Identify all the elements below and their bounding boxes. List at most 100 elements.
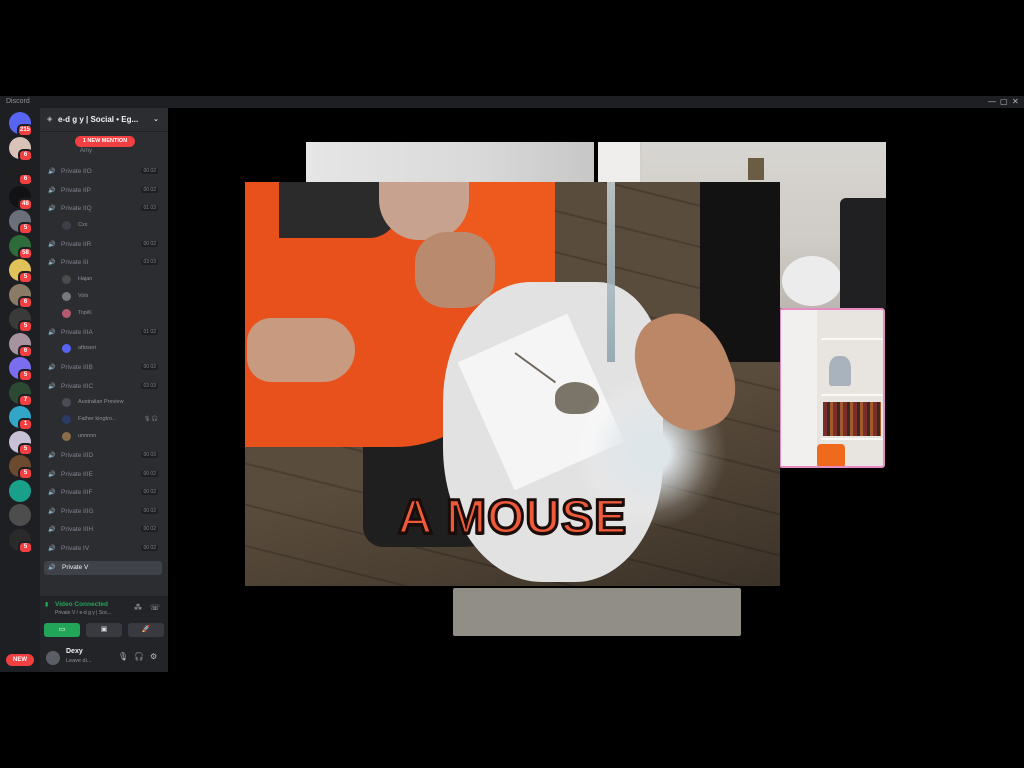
channel-name: Private IV	[61, 544, 90, 552]
speaker-icon: 🔊	[48, 490, 56, 496]
camera-button[interactable]: ▭	[44, 623, 80, 637]
server-icon[interactable]: 5	[9, 259, 33, 284]
voice-user-top[interactable]: Amy	[80, 148, 92, 154]
avatar[interactable]	[46, 651, 60, 665]
speaker-icon: 🔊	[48, 471, 56, 478]
speaker-icon: 🔊	[48, 187, 56, 194]
avatar	[62, 220, 71, 230]
speaker-icon: 🔊	[48, 565, 56, 571]
voice-username: Australian Preview	[78, 399, 124, 405]
avatar	[62, 344, 71, 353]
minimize-icon[interactable]: —	[988, 97, 996, 106]
server-icon[interactable]: 6	[9, 161, 33, 186]
user-limit-badge: 00 02	[141, 526, 158, 532]
activity-button[interactable]: 🚀	[128, 623, 164, 637]
speaker-icon: 🔊	[48, 545, 56, 552]
voice-username: Vols	[78, 292, 89, 299]
settings-gear-icon[interactable]: ⚙	[150, 652, 157, 661]
server-icon[interactable]: 5	[9, 210, 33, 235]
participant-tile-speaking[interactable]	[779, 308, 885, 468]
mention-badge: 6	[18, 148, 33, 162]
server-icon[interactable]: 5	[9, 528, 33, 554]
server-icon[interactable]: 48	[9, 185, 33, 211]
voice-connection-panel: ▮ Video Connected Private V / e-d g y | …	[40, 596, 168, 643]
speaker-icon: 🔊	[48, 260, 56, 266]
mention-badge: 5	[18, 467, 33, 480]
speaker-icon: 🔊	[48, 169, 56, 175]
close-icon[interactable]: ✕	[1012, 97, 1019, 106]
voice-username: aftoseri	[78, 345, 97, 351]
voice-username: TopiK	[78, 309, 92, 316]
voice-status[interactable]: Video Connected	[55, 601, 108, 608]
avatar	[62, 308, 71, 318]
speaker-icon: 🔊	[48, 453, 56, 459]
server-icon[interactable]: 5	[9, 430, 33, 456]
speaker-icon: 🔊	[48, 508, 56, 515]
maximize-icon[interactable]: ▢	[1000, 97, 1008, 106]
server-icon[interactable]: 6	[9, 283, 33, 309]
server-icon[interactable]: 1	[9, 406, 33, 431]
speaker-icon: 🔊	[48, 383, 56, 390]
server-icon[interactable]: 215	[9, 112, 33, 137]
user-limit-badge: 00 03	[141, 452, 158, 458]
avatar	[62, 274, 71, 284]
username[interactable]: Dexy	[66, 648, 83, 655]
screen-share-button[interactable]: ▣	[86, 623, 122, 637]
mention-badge: 58	[18, 246, 33, 260]
screen-share-video[interactable]: A MOUSE	[245, 182, 780, 586]
server-name: e-d g y | Social • Eg...	[58, 115, 139, 124]
server-icon[interactable]: 6	[9, 332, 33, 358]
channel-name: Private V	[62, 564, 89, 571]
voice-username: Hajan	[78, 275, 93, 282]
channel-name: Private IIID	[61, 452, 94, 459]
voice-channel[interactable]: 🔊 Private V	[44, 561, 162, 575]
channel-name: Private IIIA	[61, 328, 93, 336]
voice-username: unnnnn	[78, 433, 97, 439]
chevron-down-icon[interactable]: ⌄	[153, 108, 159, 132]
server-icon[interactable]	[9, 504, 31, 526]
mention-badge: 48	[18, 197, 33, 211]
user-limit-badge: 00 02	[141, 507, 158, 514]
mention-badge: 6	[18, 344, 33, 358]
video-caption: A MOUSE	[396, 490, 628, 546]
user-limit-badge: 00 02	[141, 168, 158, 174]
noise-suppression-icon[interactable]: ⁂	[134, 603, 142, 612]
mention-badge: 1	[18, 418, 33, 431]
server-icon[interactable]: 5	[9, 357, 33, 382]
signal-icon[interactable]: ▮	[45, 601, 48, 608]
server-icon[interactable]	[9, 479, 31, 502]
server-icon[interactable]: 5	[9, 455, 33, 480]
window-titlebar: Discord — ▢ ✕	[0, 96, 1024, 108]
new-mention-pill[interactable]: 1 NEW MENTION	[75, 136, 135, 147]
server-icon[interactable]: 6	[9, 136, 33, 162]
voice-username: Cxx	[78, 221, 88, 228]
user-limit-badge: 00 02	[141, 489, 158, 495]
channel-name: Private IIIB	[61, 364, 93, 371]
server-rail: 215 6 6 48 5 58 5 6 5 6 5 7 1 5 5 5	[0, 108, 40, 672]
channel-name: Private IIIG	[61, 507, 94, 515]
server-header[interactable]: ◈ e-d g y | Social • Eg... ⌄	[40, 108, 168, 132]
speaker-icon: 🔊	[48, 365, 56, 371]
server-icon[interactable]: 7	[9, 381, 33, 407]
server-icon[interactable]: 5	[9, 308, 33, 333]
microphone-icon[interactable]: 🎙	[118, 652, 128, 661]
participant-tile-3[interactable]	[453, 588, 741, 636]
user-limit-badge: 01 02	[141, 328, 158, 335]
server-icon[interactable]: 58	[9, 234, 33, 260]
headphones-icon[interactable]: 🎧	[134, 652, 144, 661]
mention-badge: 215	[16, 124, 33, 137]
disconnect-icon[interactable]: ☏	[150, 603, 160, 612]
speaker-icon: 🔊	[48, 329, 56, 336]
user-limit-badge: 00 02	[141, 186, 158, 193]
participant-tile-1[interactable]	[306, 142, 594, 182]
speaker-icon: 🔊	[48, 241, 56, 248]
voice-channel-path[interactable]: Private V / e-d g y | Soc...	[55, 610, 112, 616]
speaker-icon: 🔊	[48, 527, 56, 533]
mention-badge: 5	[18, 540, 33, 554]
mention-badge: 5	[18, 271, 33, 284]
channel-name: Private III	[61, 259, 89, 266]
mention-badge: 6	[18, 295, 33, 309]
new-unreads-pill[interactable]: NEW	[6, 654, 34, 666]
channel-name: Private IIQ	[61, 205, 92, 212]
muted-deafened-icon: 🎙 🎧	[144, 416, 158, 422]
